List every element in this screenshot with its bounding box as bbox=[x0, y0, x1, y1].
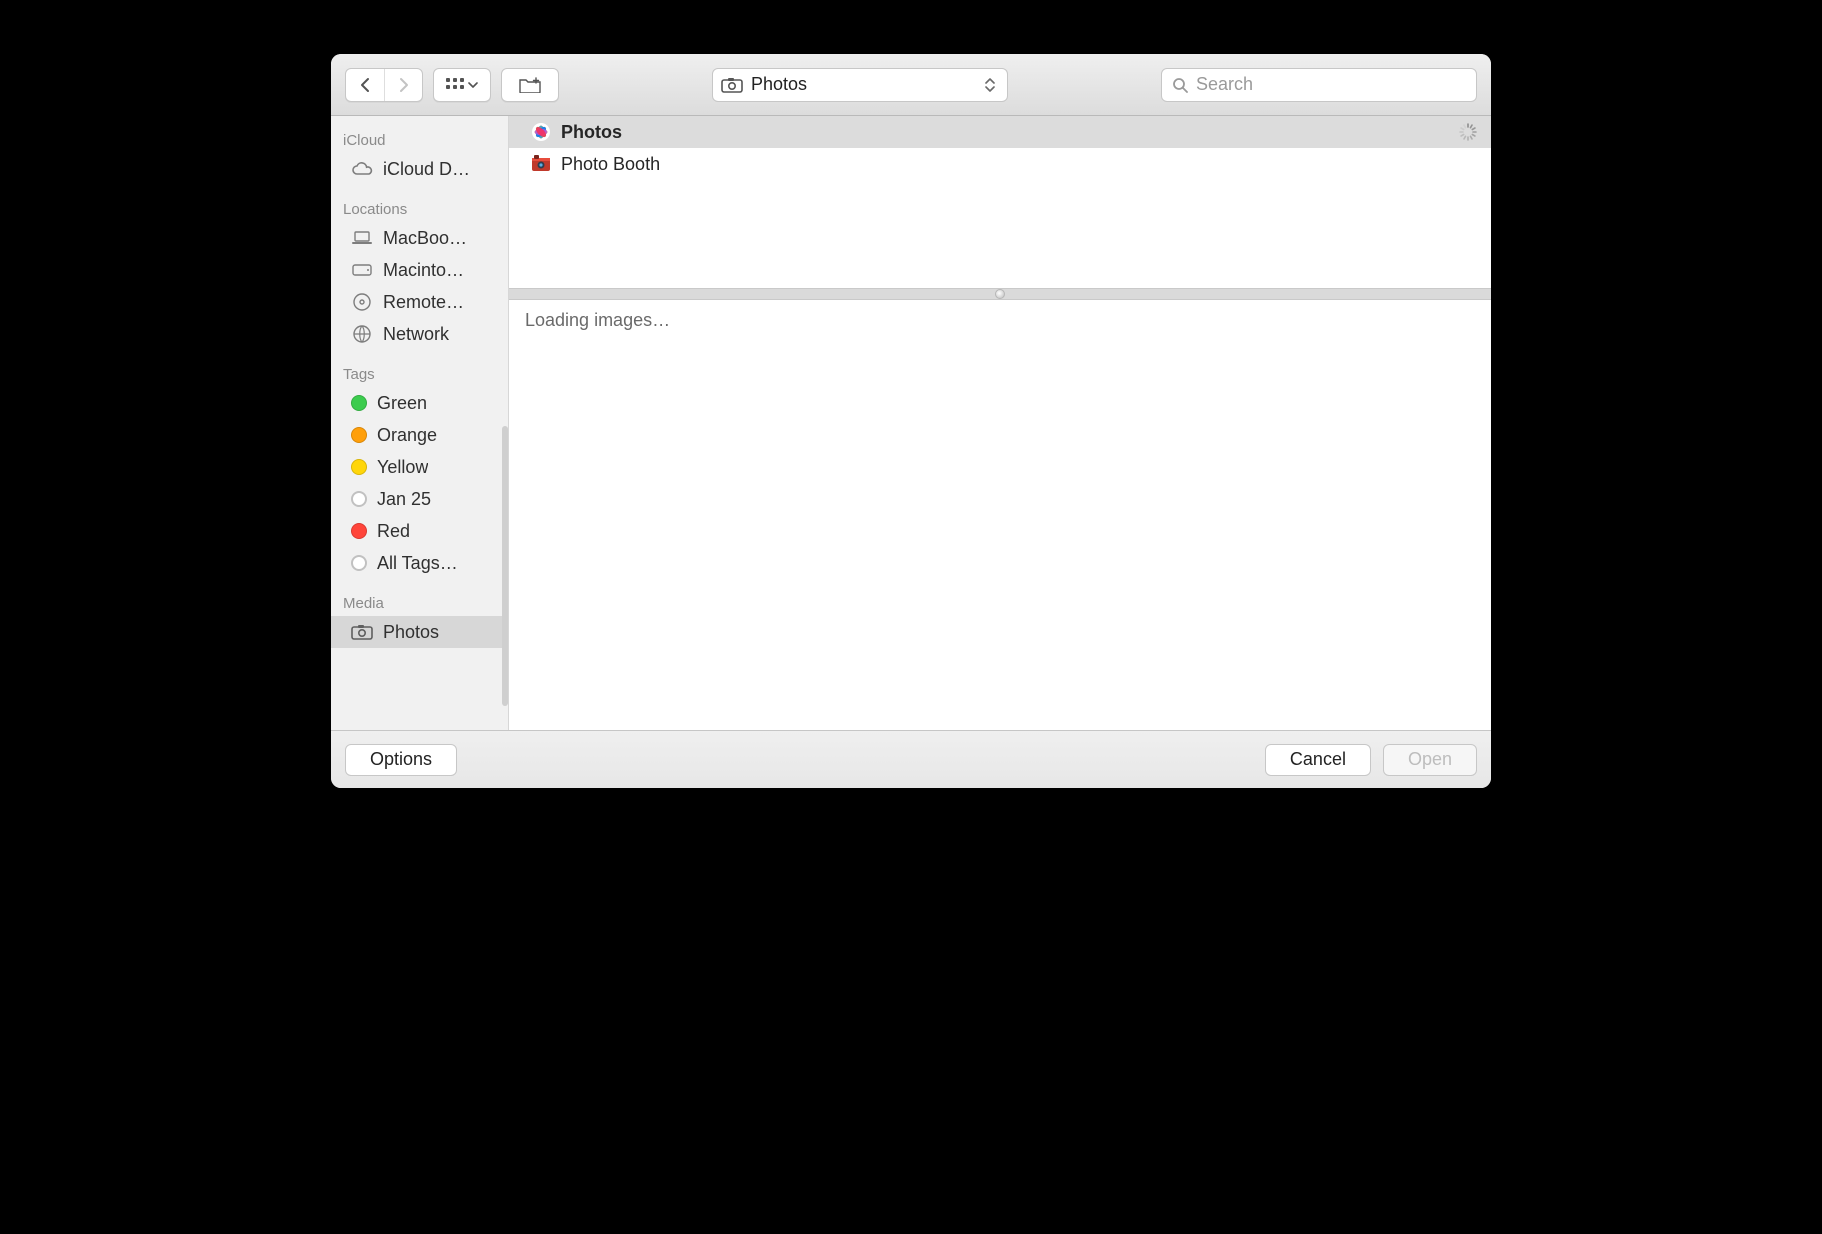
open-button[interactable]: Open bbox=[1383, 744, 1477, 776]
list-row-photobooth[interactable]: Photo Booth bbox=[509, 148, 1491, 180]
options-button[interactable]: Options bbox=[345, 744, 457, 776]
nav-back-forward-group bbox=[345, 68, 423, 102]
open-dialog-window: Photos iCloud iCloud D… bbox=[331, 54, 1491, 788]
remote-disc-icon bbox=[351, 291, 373, 313]
sidebar-section-locations: Locations bbox=[331, 197, 508, 222]
sidebar-section-media: Media bbox=[331, 591, 508, 616]
sidebar-item-macbook[interactable]: MacBoo… bbox=[331, 222, 508, 254]
search-input[interactable] bbox=[1196, 74, 1466, 95]
chevron-down-icon bbox=[468, 82, 478, 88]
location-label: Photos bbox=[751, 74, 973, 95]
tag-dot-icon bbox=[351, 427, 367, 443]
footer: Options Cancel Open bbox=[331, 730, 1491, 788]
camera-icon bbox=[351, 621, 373, 643]
chevron-left-icon bbox=[359, 77, 371, 93]
cancel-button[interactable]: Cancel bbox=[1265, 744, 1371, 776]
list-row-photos[interactable]: Photos bbox=[509, 116, 1491, 148]
hdd-icon bbox=[351, 259, 373, 281]
sidebar-item-label: Jan 25 bbox=[377, 489, 431, 510]
preview-status-text: Loading images… bbox=[525, 310, 670, 330]
location-popup[interactable]: Photos bbox=[712, 68, 1008, 102]
sidebar-tag-orange[interactable]: Orange bbox=[331, 419, 508, 451]
sidebar-tag-all[interactable]: All Tags… bbox=[331, 547, 508, 579]
tag-dot-icon bbox=[351, 459, 367, 475]
preview-pane: Loading images… bbox=[509, 300, 1491, 730]
button-label: Open bbox=[1408, 749, 1452, 770]
tag-dot-icon bbox=[351, 395, 367, 411]
sidebar-tag-jan25[interactable]: Jan 25 bbox=[331, 483, 508, 515]
sidebar-section-icloud: iCloud bbox=[331, 128, 508, 153]
list-row-label: Photos bbox=[561, 122, 622, 143]
loading-spinner-icon bbox=[1459, 123, 1477, 141]
sidebar-tag-green[interactable]: Green bbox=[331, 387, 508, 419]
chevron-right-icon bbox=[398, 77, 410, 93]
sidebar-item-label: Network bbox=[383, 324, 449, 345]
sidebar[interactable]: iCloud iCloud D… Locations MacBoo… bbox=[331, 116, 509, 730]
tag-dot-icon bbox=[351, 523, 367, 539]
sidebar-scrollbar[interactable] bbox=[502, 426, 508, 706]
button-label: Options bbox=[370, 749, 432, 770]
photos-app-icon bbox=[531, 122, 551, 142]
sidebar-item-label: Orange bbox=[377, 425, 437, 446]
source-list[interactable]: Photos bbox=[509, 116, 1491, 288]
sidebar-section-tags: Tags bbox=[331, 362, 508, 387]
forward-button[interactable] bbox=[384, 69, 422, 101]
sidebar-item-label: Red bbox=[377, 521, 410, 542]
sidebar-item-macintosh-hd[interactable]: Macinto… bbox=[331, 254, 508, 286]
tag-dot-icon bbox=[351, 491, 367, 507]
tag-dot-icon bbox=[351, 555, 367, 571]
sidebar-item-label: iCloud D… bbox=[383, 159, 470, 180]
sidebar-item-network[interactable]: Network bbox=[331, 318, 508, 350]
sidebar-item-label: MacBoo… bbox=[383, 228, 467, 249]
back-button[interactable] bbox=[346, 69, 384, 101]
sidebar-tag-red[interactable]: Red bbox=[331, 515, 508, 547]
new-folder-icon bbox=[519, 77, 541, 93]
sidebar-item-label: Remote… bbox=[383, 292, 464, 313]
photobooth-app-icon bbox=[531, 154, 551, 174]
split-divider[interactable] bbox=[509, 288, 1491, 300]
sidebar-tag-yellow[interactable]: Yellow bbox=[331, 451, 508, 483]
list-empty-area bbox=[509, 180, 1491, 288]
dialog-body: iCloud iCloud D… Locations MacBoo… bbox=[331, 116, 1491, 730]
sidebar-item-label: Green bbox=[377, 393, 427, 414]
sidebar-item-label: All Tags… bbox=[377, 553, 458, 574]
sidebar-item-label: Macinto… bbox=[383, 260, 464, 281]
sidebar-item-label: Photos bbox=[383, 622, 439, 643]
up-down-icon bbox=[981, 78, 999, 92]
search-icon bbox=[1172, 77, 1188, 93]
sidebar-item-label: Yellow bbox=[377, 457, 428, 478]
cloud-icon bbox=[351, 158, 373, 180]
sidebar-item-remote-disc[interactable]: Remote… bbox=[331, 286, 508, 318]
grid-view-icon bbox=[446, 78, 464, 92]
camera-icon bbox=[721, 77, 743, 93]
main-pane: Photos bbox=[509, 116, 1491, 730]
search-field[interactable] bbox=[1161, 68, 1477, 102]
list-row-label: Photo Booth bbox=[561, 154, 660, 175]
view-mode-button[interactable] bbox=[433, 68, 491, 102]
new-folder-button[interactable] bbox=[501, 68, 559, 102]
toolbar: Photos bbox=[331, 54, 1491, 116]
button-label: Cancel bbox=[1290, 749, 1346, 770]
laptop-icon bbox=[351, 227, 373, 249]
sidebar-item-photos[interactable]: Photos bbox=[331, 616, 508, 648]
globe-icon bbox=[351, 323, 373, 345]
sidebar-item-icloud-drive[interactable]: iCloud D… bbox=[331, 153, 508, 185]
